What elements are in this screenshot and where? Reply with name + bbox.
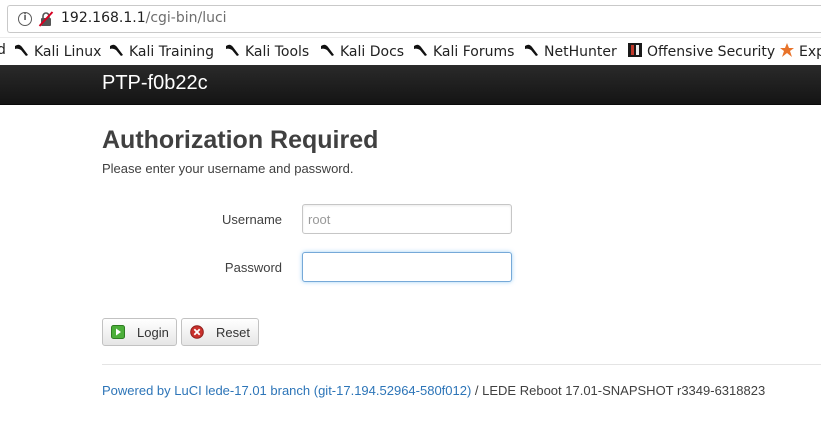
- kali-dragon-icon: [15, 44, 28, 56]
- bookmark-label: d: [0, 42, 6, 58]
- url-path: /cgi-bin/luci: [145, 10, 227, 26]
- username-label: Username: [222, 212, 282, 227]
- bookmarks-bar: d Kali Linux Kali Training Kali Tools Ka…: [0, 38, 821, 65]
- password-label: Password: [224, 260, 282, 275]
- bookmark-label: NetHunter: [544, 44, 617, 60]
- reset-button[interactable]: Reset: [181, 318, 259, 346]
- bookmark-kali-docs[interactable]: Kali Docs: [320, 42, 404, 62]
- page-title: Authorization Required: [102, 126, 379, 154]
- bookmark-label: Offensive Security: [647, 44, 776, 60]
- bookmark-kali-training[interactable]: Kali Training: [109, 42, 214, 62]
- reset-icon: [190, 325, 204, 339]
- bookmark-offensive-security[interactable]: Offensive Security: [627, 42, 775, 62]
- bookmark-partial[interactable]: d: [0, 42, 6, 62]
- divider: [102, 364, 821, 365]
- bookmark-kali-linux[interactable]: Kali Linux: [14, 42, 101, 62]
- bookmark-kali-forums[interactable]: Kali Forums: [413, 42, 514, 62]
- address-bar[interactable]: i 192.168.1.1/cgi-bin/luci: [7, 5, 821, 33]
- bookmark-label: Kali Linux: [34, 44, 102, 60]
- url-host: 192.168.1.1: [61, 10, 146, 26]
- bookmark-label: Kali Training: [129, 44, 214, 60]
- luci-version-link[interactable]: Powered by LuCI lede-17.01 branch (git-1…: [102, 383, 471, 398]
- insecure-lock-icon[interactable]: [38, 11, 54, 27]
- firmware-version-text: / LEDE Reboot 17.01-SNAPSHOT r3349-63188…: [471, 383, 766, 398]
- bookmark-label: Kali Forums: [433, 44, 515, 60]
- url-text[interactable]: 192.168.1.1/cgi-bin/luci: [61, 10, 227, 26]
- username-field[interactable]: [302, 204, 512, 234]
- login-icon: [111, 325, 125, 339]
- kali-dragon-icon: [226, 44, 239, 56]
- bookmark-label: Exp: [799, 44, 821, 60]
- kali-dragon-icon: [110, 44, 123, 56]
- luci-header: PTP-f0b22c: [0, 65, 821, 105]
- bookmark-kali-tools[interactable]: Kali Tools: [225, 42, 309, 62]
- router-hostname[interactable]: PTP-f0b22c: [102, 72, 208, 95]
- reset-button-label: Reset: [216, 324, 250, 340]
- bookmark-exploit-db[interactable]: Exp: [779, 42, 821, 62]
- exploit-db-icon: [780, 43, 794, 57]
- bookmark-label: Kali Tools: [245, 44, 310, 60]
- info-icon[interactable]: i: [18, 12, 32, 26]
- bookmark-label: Kali Docs: [340, 44, 405, 60]
- browser-toolbar: i 192.168.1.1/cgi-bin/luci: [0, 0, 821, 38]
- bookmark-nethunter[interactable]: NetHunter: [524, 42, 617, 62]
- login-button-label: Login: [137, 324, 169, 340]
- login-button[interactable]: Login: [102, 318, 177, 346]
- password-field[interactable]: [302, 252, 512, 282]
- kali-dragon-icon: [414, 44, 427, 56]
- footer: Powered by LuCI lede-17.01 branch (git-1…: [102, 383, 765, 398]
- kali-dragon-icon: [321, 44, 334, 56]
- kali-dragon-icon: [525, 44, 538, 56]
- page-subtitle: Please enter your username and password.: [102, 161, 354, 176]
- offsec-icon: [628, 43, 642, 57]
